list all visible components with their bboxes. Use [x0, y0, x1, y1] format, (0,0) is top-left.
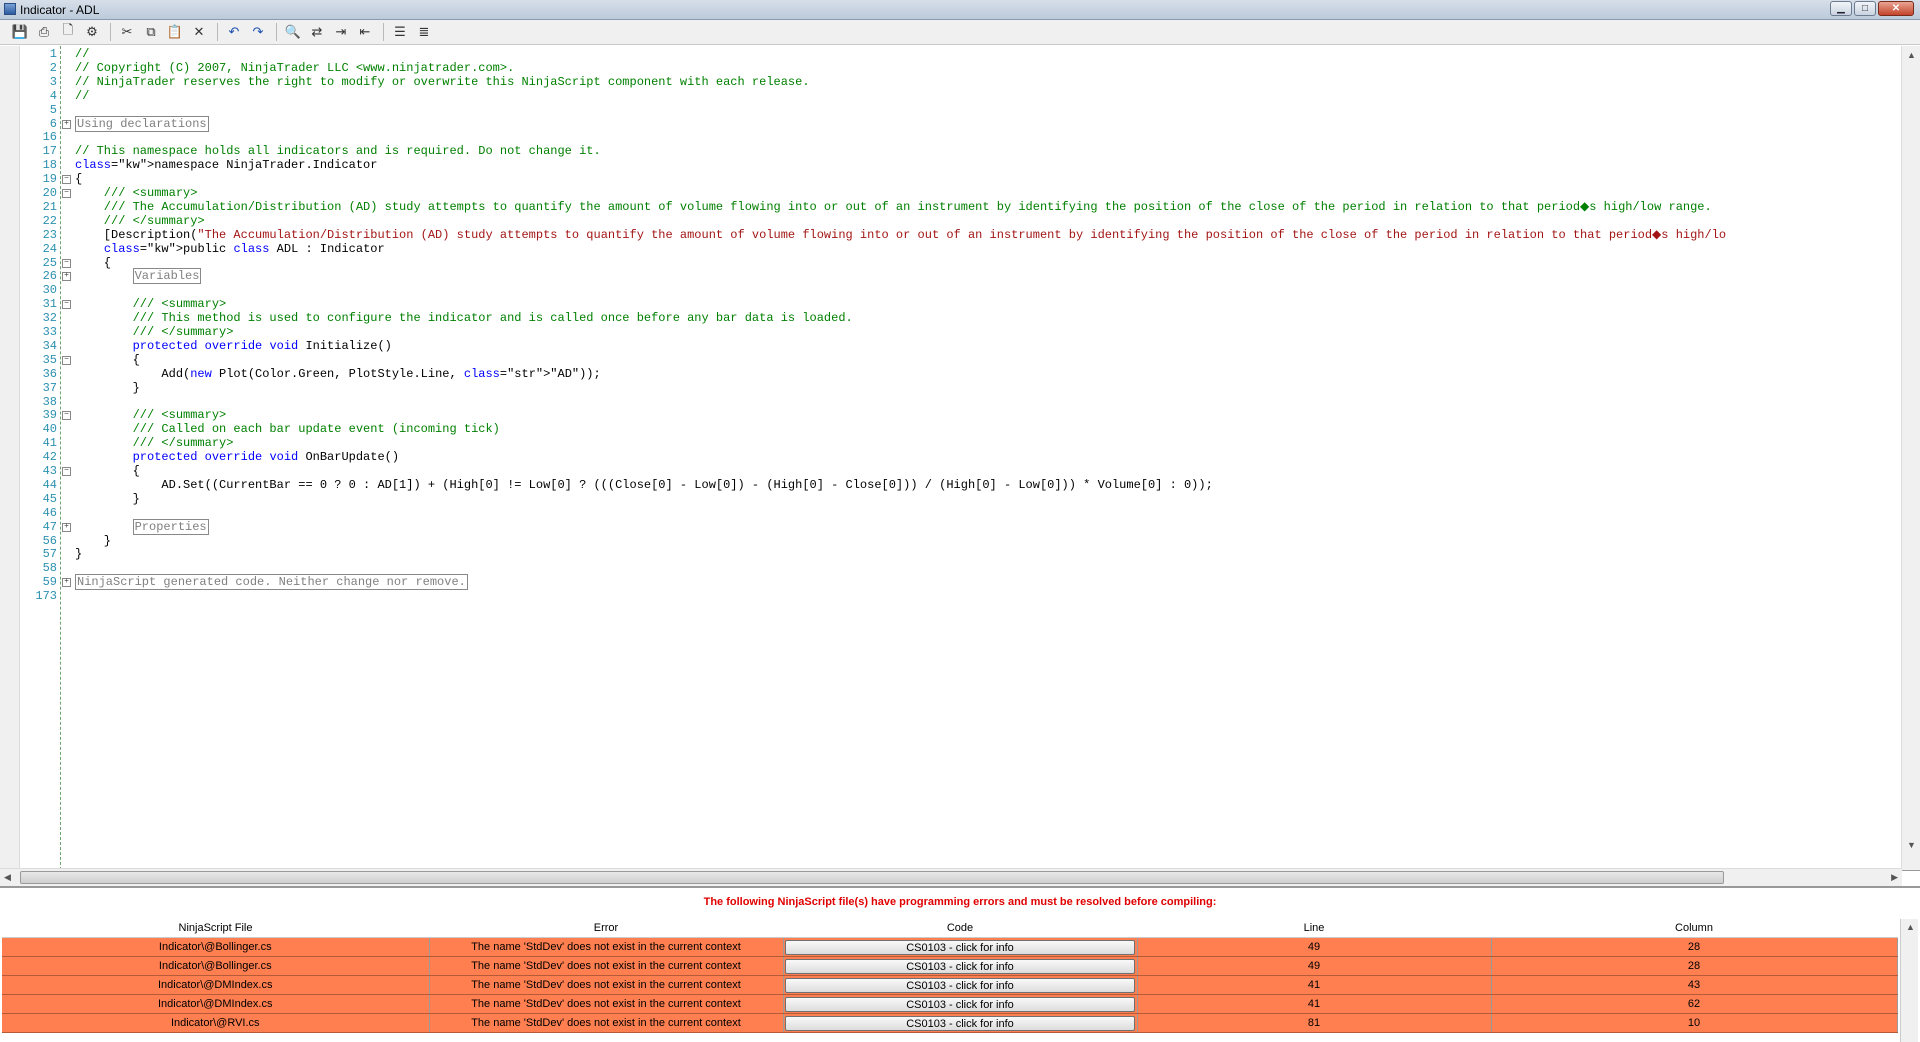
error-row[interactable]: Indicator\@Bollinger.cs The name 'StdDev'…	[2, 956, 1898, 976]
error-code-cell: CS0103 - click for info	[783, 1013, 1138, 1033]
code-editor[interactable]: 1//2// Copyright (C) 2007, NinjaTrader L…	[0, 46, 1920, 886]
error-panel: The following NinjaScript file(s) have p…	[0, 886, 1920, 1042]
print-preview-icon[interactable]: 🗋	[58, 22, 78, 42]
uncomment-icon[interactable]: ≣	[414, 22, 434, 42]
collapse-icon[interactable]: −	[62, 189, 71, 198]
error-file-cell: Indicator\@Bollinger.cs	[2, 937, 430, 957]
collapse-icon[interactable]: −	[62, 300, 71, 310]
error-file-cell: Indicator\@DMIndex.cs	[2, 994, 430, 1014]
error-line-cell: 81	[1137, 1013, 1492, 1033]
error-row[interactable]: Indicator\@RVI.cs The name 'StdDev' does …	[2, 1013, 1898, 1033]
error-line-cell: 49	[1137, 937, 1492, 957]
column-header-error[interactable]: Error	[429, 919, 783, 938]
error-code-cell: CS0103 - click for info	[783, 937, 1138, 957]
error-column-cell: 28	[1491, 956, 1898, 976]
scroll-right-icon[interactable]: ▶	[1891, 872, 1898, 883]
error-code-cell: CS0103 - click for info	[783, 975, 1138, 995]
scroll-up-icon[interactable]: ▲	[1907, 50, 1916, 60]
error-text-cell: The name 'StdDev' does not exist in the …	[429, 994, 784, 1014]
comment-icon[interactable]: ☰	[390, 22, 410, 42]
line-number: 173	[35, 589, 57, 604]
find-icon[interactable]: 🔍	[283, 22, 303, 42]
error-column-cell: 10	[1491, 1013, 1898, 1033]
horizontal-scroll-thumb[interactable]	[20, 871, 1724, 884]
error-column-cell: 43	[1491, 975, 1898, 995]
collapse-icon[interactable]: −	[62, 467, 71, 476]
error-code-cell: CS0103 - click for info	[783, 994, 1138, 1014]
error-row[interactable]: Indicator\@DMIndex.cs The name 'StdDev' d…	[2, 994, 1898, 1014]
collapse-icon[interactable]: −	[62, 355, 71, 365]
minimize-button[interactable]: ▁	[1830, 1, 1852, 16]
column-header-line[interactable]: Line	[1137, 919, 1491, 938]
error-code-cell: CS0103 - click for info	[783, 956, 1138, 976]
toolbar-separator	[276, 23, 277, 41]
error-grid: NinjaScript File Error Code Line Column …	[2, 919, 1898, 1033]
page-setup-icon[interactable]: ⚙	[82, 22, 102, 42]
error-code-button[interactable]: CS0103 - click for info	[785, 977, 1135, 993]
error-text-cell: The name 'StdDev' does not exist in the …	[429, 1013, 784, 1033]
column-header-column[interactable]: Column	[1491, 919, 1897, 938]
error-text-cell: The name 'StdDev' does not exist in the …	[429, 975, 784, 995]
code-line: 173	[0, 588, 1900, 605]
column-header-code[interactable]: Code	[783, 919, 1137, 938]
editor-horizontal-scrollbar[interactable]: ◀ ▶	[0, 868, 1902, 886]
error-message: The following NinjaScript file(s) have p…	[703, 896, 1217, 908]
error-file-cell: Indicator\@DMIndex.cs	[2, 975, 430, 995]
delete-icon[interactable]: ✕	[189, 22, 209, 42]
close-button[interactable]: ✕	[1878, 1, 1914, 16]
error-rows: Indicator\@Bollinger.cs The name 'StdDev'…	[2, 937, 1898, 1033]
save-icon[interactable]: 💾	[10, 22, 30, 42]
toolbar: 💾 ⎙ 🗋 ⚙ ✂ ⧉ 📋 ✕ ↶ ↷ 🔍 ⇄ ⇥ ⇤ ☰ ≣	[0, 20, 1920, 45]
cut-icon[interactable]: ✂	[117, 22, 137, 42]
scroll-down-icon[interactable]: ▼	[1907, 840, 1916, 850]
expand-icon[interactable]: +	[62, 522, 71, 532]
copy-icon[interactable]: ⧉	[141, 22, 161, 42]
error-column-cell: 62	[1491, 994, 1898, 1014]
print-icon[interactable]: ⎙	[34, 22, 54, 42]
replace-icon[interactable]: ⇄	[307, 22, 327, 42]
scroll-up-icon[interactable]: ▲	[1906, 922, 1915, 932]
error-code-button[interactable]: CS0103 - click for info	[785, 1015, 1135, 1031]
app-icon	[4, 3, 16, 15]
error-file-cell: Indicator\@RVI.cs	[2, 1013, 430, 1033]
paste-icon[interactable]: 📋	[165, 22, 185, 42]
error-text-cell: The name 'StdDev' does not exist in the …	[429, 956, 784, 976]
indent-icon[interactable]: ⇥	[331, 22, 351, 42]
window-title: Indicator - ADL	[20, 3, 100, 17]
title-bar: Indicator - ADL ▁ □ ✕	[0, 0, 1920, 20]
error-column-cell: 28	[1491, 937, 1898, 957]
maximize-button[interactable]: □	[1854, 1, 1876, 16]
error-row[interactable]: Indicator\@DMIndex.cs The name 'StdDev' d…	[2, 975, 1898, 995]
column-header-file[interactable]: NinjaScript File	[2, 919, 429, 938]
expand-icon[interactable]: +	[62, 272, 71, 282]
collapse-icon[interactable]: −	[62, 258, 71, 268]
scroll-left-icon[interactable]: ◀	[4, 872, 11, 883]
error-line-cell: 41	[1137, 975, 1492, 995]
error-line-cell: 49	[1137, 956, 1492, 976]
toolbar-separator	[383, 23, 384, 41]
error-text-cell: The name 'StdDev' does not exist in the …	[429, 937, 784, 957]
collapse-icon[interactable]: −	[62, 175, 71, 185]
expand-icon[interactable]: +	[62, 578, 71, 588]
undo-icon[interactable]: ↶	[224, 22, 244, 42]
collapse-icon[interactable]: −	[62, 411, 71, 421]
error-line-cell: 41	[1137, 994, 1492, 1014]
error-row[interactable]: Indicator\@Bollinger.cs The name 'StdDev'…	[2, 937, 1898, 957]
expand-icon[interactable]: +	[62, 119, 71, 129]
error-code-button[interactable]: CS0103 - click for info	[785, 958, 1135, 974]
outdent-icon[interactable]: ⇤	[355, 22, 375, 42]
redo-icon[interactable]: ↷	[248, 22, 268, 42]
window-controls: ▁ □ ✕	[1830, 1, 1914, 16]
error-code-button[interactable]: CS0103 - click for info	[785, 996, 1135, 1012]
toolbar-separator	[110, 23, 111, 41]
error-file-cell: Indicator\@Bollinger.cs	[2, 956, 430, 976]
toolbar-separator	[217, 23, 218, 41]
error-vertical-scrollbar[interactable]: ▲	[1900, 919, 1918, 1042]
error-code-button[interactable]: CS0103 - click for info	[785, 939, 1135, 955]
editor-vertical-scrollbar[interactable]: ▲ ▼	[1901, 46, 1920, 870]
